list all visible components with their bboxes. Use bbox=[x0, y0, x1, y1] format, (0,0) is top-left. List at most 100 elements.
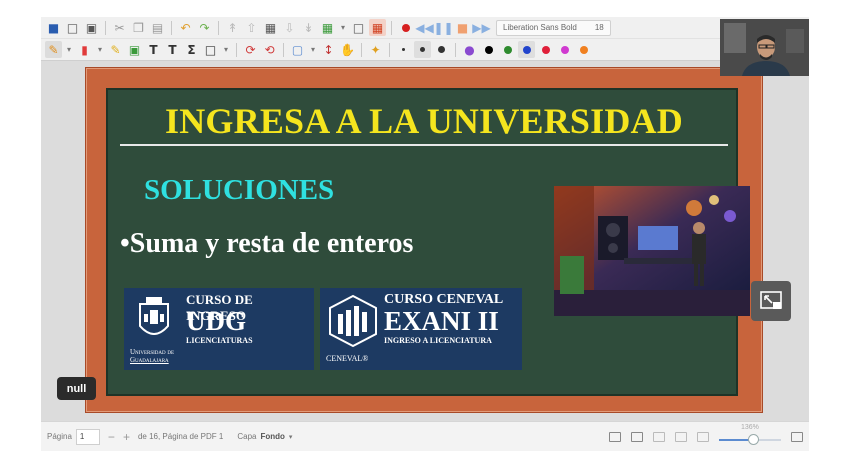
marker-icon[interactable]: ✎ bbox=[107, 41, 124, 58]
udg-line4b: Guadalajara bbox=[130, 356, 169, 364]
note-app-window: ■ □ ▣ ✂ ❐ ▤ ↶ ↷ ↟ ⇧ ▦ ⇩ ↡ ▦ ▾ □ ▦ ◀◀ ❚❚ … bbox=[41, 17, 809, 451]
toolbar-divider bbox=[455, 42, 456, 57]
thickness-medium[interactable] bbox=[414, 41, 431, 58]
magic-wand-icon[interactable]: ✦ bbox=[367, 41, 384, 58]
stop-icon[interactable]: ■ bbox=[454, 19, 471, 36]
rewind-icon[interactable]: ◀◀ bbox=[415, 19, 433, 36]
fit-page-icon[interactable] bbox=[675, 432, 687, 442]
udg-line4a: Universidad de bbox=[130, 348, 175, 356]
eraser-icon[interactable]: ⟲ bbox=[261, 41, 278, 58]
webcam-video bbox=[720, 19, 809, 76]
prev-page-icon[interactable]: ⇧ bbox=[243, 19, 260, 36]
vertical-space-icon[interactable]: ↕ bbox=[320, 41, 337, 58]
undo-icon[interactable]: ↶ bbox=[177, 19, 194, 36]
next-page-icon[interactable]: ⇩ bbox=[281, 19, 298, 36]
fit-width-icon[interactable] bbox=[653, 432, 665, 442]
thickness-thin[interactable] bbox=[395, 41, 412, 58]
undo-circle-icon[interactable]: ⟳ bbox=[242, 41, 259, 58]
dropdown-icon[interactable]: ▾ bbox=[95, 41, 105, 58]
layer-dropdown-icon[interactable]: ▾ bbox=[289, 433, 293, 441]
font-size: 18 bbox=[594, 23, 604, 32]
dual-page-icon[interactable] bbox=[609, 432, 621, 442]
open-icon[interactable]: ▣ bbox=[83, 19, 100, 36]
insert-page-icon[interactable]: ▦ bbox=[319, 19, 336, 36]
toolbar-divider bbox=[391, 20, 392, 35]
copy-icon[interactable]: ❐ bbox=[130, 19, 147, 36]
studio-photo bbox=[554, 186, 750, 316]
save-icon[interactable]: ■ bbox=[45, 19, 62, 36]
toolbar-divider bbox=[361, 42, 362, 57]
layer-select[interactable]: Fondo bbox=[260, 432, 284, 441]
screenshot-button[interactable] bbox=[751, 281, 791, 321]
page-number-value: 1 bbox=[79, 432, 85, 441]
pen-color-black[interactable] bbox=[480, 41, 497, 58]
toolbar-divider bbox=[105, 20, 106, 35]
last-page-icon[interactable]: ↡ bbox=[300, 19, 317, 36]
forward-icon[interactable]: ▶▶ bbox=[472, 19, 490, 36]
page-icon[interactable]: ▦ bbox=[262, 19, 279, 36]
hand-icon[interactable]: ✋ bbox=[339, 41, 356, 58]
dropdown-icon[interactable]: ▾ bbox=[221, 41, 231, 58]
rectangle-select-icon[interactable]: ▢ bbox=[289, 41, 306, 58]
dropdown-icon[interactable]: ▾ bbox=[338, 19, 348, 36]
screenshot-icon bbox=[760, 291, 782, 309]
dropdown-icon[interactable]: ▾ bbox=[64, 41, 74, 58]
pen-color-green[interactable] bbox=[499, 41, 516, 58]
status-bar: Página 1 − + de 16, Página de PDF 1 Capa… bbox=[41, 421, 809, 451]
zoom-control[interactable]: 136% bbox=[719, 422, 781, 451]
slide-title: INGRESA A LA UNIVERSIDAD bbox=[165, 101, 683, 141]
zoom-100-icon[interactable] bbox=[697, 432, 709, 442]
pen-color-orange[interactable] bbox=[575, 41, 592, 58]
color-picker-icon[interactable]: ● bbox=[461, 41, 478, 58]
page-label: Página bbox=[47, 432, 72, 441]
redo-icon[interactable]: ↷ bbox=[196, 19, 213, 36]
page-decrement-button[interactable]: − bbox=[108, 430, 115, 444]
pen-icon[interactable]: ✎ bbox=[45, 41, 62, 58]
pause-icon[interactable]: ❚❚ bbox=[433, 19, 453, 36]
presentation-icon[interactable] bbox=[631, 432, 643, 442]
zoom-slider-knob[interactable] bbox=[747, 434, 759, 445]
fit-icon[interactable]: ▦ bbox=[369, 19, 386, 36]
delete-page-icon[interactable]: □ bbox=[350, 19, 367, 36]
toolbar-divider bbox=[236, 42, 237, 57]
font-name: Liberation Sans Bold bbox=[503, 23, 577, 32]
pen-color-magenta[interactable] bbox=[556, 41, 573, 58]
page-number-input[interactable]: 1 bbox=[75, 428, 100, 445]
udg-line3: LICENCIATURAS bbox=[186, 336, 253, 345]
exani-line4: CENEVAL® bbox=[326, 354, 369, 363]
toolbar-divider bbox=[283, 42, 284, 57]
cut-icon[interactable]: ✂ bbox=[111, 19, 128, 36]
page-info: de 16, Página de PDF 1 bbox=[137, 432, 224, 441]
main-toolbar: ■ □ ▣ ✂ ❐ ▤ ↶ ↷ ↟ ⇧ ▦ ⇩ ↡ ▦ ▾ □ ▦ ◀◀ ❚❚ … bbox=[41, 17, 809, 39]
pen-color-blue[interactable] bbox=[518, 41, 535, 58]
toolbar-divider bbox=[171, 20, 172, 35]
camera-icon[interactable] bbox=[791, 432, 803, 442]
text-icon[interactable]: T bbox=[145, 41, 162, 58]
zoom-level: 136% bbox=[741, 424, 759, 431]
layer-label: Capa bbox=[237, 432, 257, 441]
first-page-icon[interactable]: ↟ bbox=[224, 19, 241, 36]
shape-icon[interactable]: □ bbox=[202, 41, 219, 58]
udg-line2: UDG bbox=[186, 306, 246, 336]
image-icon[interactable]: ▣ bbox=[126, 41, 143, 58]
record-icon[interactable] bbox=[397, 19, 414, 36]
text-icon[interactable]: T bbox=[164, 41, 181, 58]
sigma-icon[interactable]: Σ bbox=[183, 41, 200, 58]
chalkboard: INGRESA A LA UNIVERSIDAD SOLUCIONES •Sum… bbox=[106, 88, 750, 432]
title-underline bbox=[120, 144, 728, 146]
highlighter-icon[interactable]: ▮ bbox=[76, 41, 93, 58]
paste-icon[interactable]: ▤ bbox=[149, 19, 166, 36]
view-controls: 136% bbox=[609, 422, 803, 451]
new-icon[interactable]: □ bbox=[64, 19, 81, 36]
slide-page[interactable]: INGRESA A LA UNIVERSIDAD SOLUCIONES •Sum… bbox=[85, 67, 763, 432]
udg-logo-card: CURSO DE INGRESO UDG LICENCIATURAS Unive… bbox=[124, 288, 314, 370]
ceneval-logo-icon bbox=[329, 294, 377, 348]
dropdown-icon[interactable]: ▾ bbox=[308, 41, 318, 58]
pen-color-red[interactable] bbox=[537, 41, 554, 58]
font-selector[interactable]: Liberation Sans Bold 18 bbox=[496, 19, 611, 36]
toolbar-divider bbox=[218, 20, 219, 35]
page-increment-button[interactable]: + bbox=[123, 430, 130, 444]
thickness-thick[interactable] bbox=[433, 41, 450, 58]
exani-line2: EXANI II bbox=[384, 306, 499, 336]
bullet-text: •Suma y resta de enteros bbox=[120, 228, 414, 259]
